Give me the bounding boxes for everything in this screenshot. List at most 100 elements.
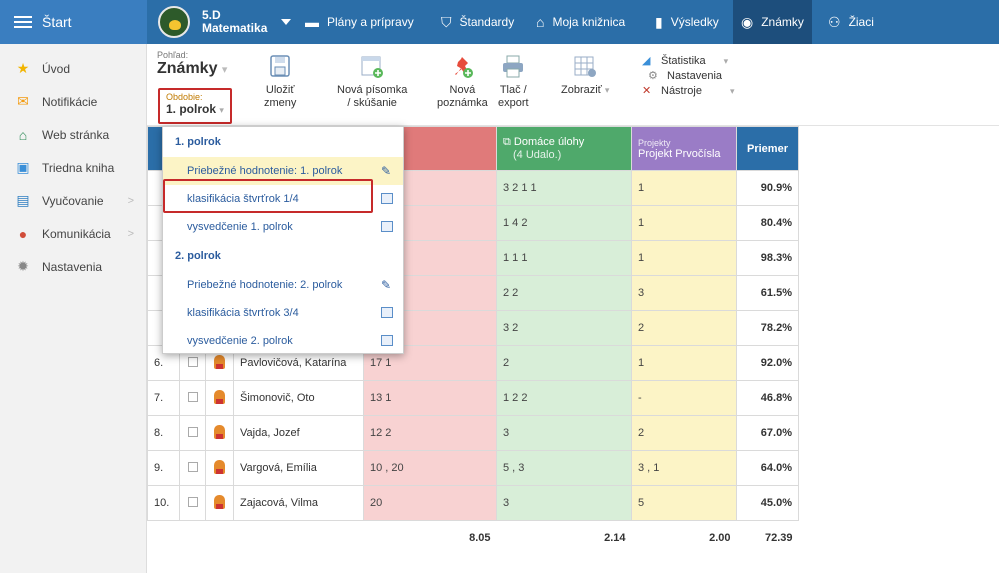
gear-icon: ✹	[17, 258, 29, 274]
class-selector[interactable]: 5.D Matematika	[158, 4, 292, 40]
nav-library[interactable]: ⌂ Moja knižnica	[536, 0, 625, 44]
tools-button[interactable]: ✕ Nástroje ▾	[642, 84, 735, 99]
dropdown-item-report-1[interactable]: vysvedčenie 1. polrok	[163, 213, 403, 241]
dropdown-item-label: Priebežné hodnotenie: 1. polrok	[187, 165, 343, 177]
average-cell: 78.2%	[736, 310, 799, 346]
grade-cell-b[interactable]: 3	[496, 415, 632, 451]
sidebar-item-notifikacie[interactable]: ✉ Notifikácie	[0, 85, 146, 118]
grade-cell-c[interactable]: 1	[631, 205, 737, 241]
sidebar-item-label: Triedna kniha	[42, 160, 115, 175]
settings-button[interactable]: ⚙ Nastavenia	[642, 69, 735, 84]
student-avatar-icon	[214, 459, 225, 474]
dropdown-item-quarter-3[interactable]: klasifikácia štvrťrok 3/4	[163, 299, 403, 327]
save-button[interactable]: Uložiť zmeny	[264, 54, 296, 110]
toolbar: Pohľad: Známky ▾ Obdobie: 1. polrok ▾ Ul…	[147, 44, 999, 126]
star-icon: ★	[16, 60, 30, 76]
student-name[interactable]: Zajacová, Vilma	[233, 485, 364, 521]
grade-cell-b[interactable]: 1 2 2	[496, 380, 632, 416]
row-avatar	[205, 450, 234, 486]
nav-standards[interactable]: ⛉ Štandardy	[441, 0, 514, 44]
grade-cell-b[interactable]: 2	[496, 345, 632, 381]
toolbar-right-group: ◢ Štatistika ▾ ⚙ Nastavenia ✕ Nástroje ▾	[642, 54, 735, 99]
nav-results[interactable]: ▮ Výsledky	[655, 0, 719, 44]
dropdown-item-running-2[interactable]: Priebežné hodnotenie: 2. polrok ✎	[163, 271, 403, 299]
period-small-label: Obdobie:	[166, 92, 203, 102]
row-checkbox[interactable]	[179, 380, 206, 416]
grade-cell-b[interactable]: 1 1 1	[496, 240, 632, 276]
checkbox-icon[interactable]	[187, 496, 198, 507]
sidebar-item-komunikacia[interactable]: ● Komunikácia >	[0, 217, 146, 250]
chat-icon: ●	[18, 225, 28, 242]
totals-row: 8.05 2.14 2.00 72.39	[147, 520, 799, 556]
average-cell: 67.0%	[736, 415, 799, 451]
grade-cell-b[interactable]: 3 2 1 1	[496, 170, 632, 206]
nav-students[interactable]: ⚇ Žiaci	[828, 0, 874, 44]
library-icon: ⌂	[536, 14, 545, 30]
save-icon	[266, 54, 294, 80]
nav-plans[interactable]: ▬ Plány a prípravy	[305, 0, 414, 44]
checkbox-icon[interactable]	[187, 426, 198, 437]
header-col-b[interactable]: ⧉ Domáce úlohy (4 Udalo.)	[496, 126, 632, 171]
grade-cell-c[interactable]: 2	[631, 310, 737, 346]
grade-cell-c[interactable]: 5	[631, 485, 737, 521]
grade-cell-a[interactable]: 10 , 20	[363, 450, 497, 486]
settings-label: Nastavenia	[667, 70, 723, 82]
grade-cell-a[interactable]: 12 2	[363, 415, 497, 451]
start-label: Štart	[42, 14, 72, 30]
print-label-2: export	[498, 97, 529, 109]
new-test-icon	[358, 54, 386, 80]
save-label-2: zmeny	[264, 97, 297, 109]
grade-cell-c[interactable]: 1	[631, 240, 737, 276]
student-name[interactable]: Vajda, Jozef	[233, 415, 364, 451]
grade-cell-b[interactable]: 1 4 2	[496, 205, 632, 241]
row-checkbox[interactable]	[179, 415, 206, 451]
checkbox-icon[interactable]	[187, 356, 198, 367]
sidebar-item-vyucovanie[interactable]: ▤ Vyučovanie >	[0, 184, 146, 217]
row-avatar	[205, 380, 234, 416]
period-selector[interactable]: Obdobie: 1. polrok ▾	[158, 88, 232, 124]
dropdown-selection-highlight	[163, 179, 373, 213]
dropdown-item-report-2[interactable]: vysvedčenie 2. polrok	[163, 327, 403, 355]
student-name[interactable]: Šimonovič, Oto	[233, 380, 364, 416]
stats-button[interactable]: ◢ Štatistika ▾	[642, 54, 735, 69]
sidebar-item-label: Úvod	[42, 61, 71, 76]
start-button[interactable]: Štart	[0, 0, 147, 44]
grade-cell-c[interactable]: 3 , 1	[631, 450, 737, 486]
grade-cell-a[interactable]: 13 1	[363, 380, 497, 416]
dropdown-item-label: vysvedčenie 1. polrok	[187, 221, 293, 233]
grade-cell-c[interactable]: 1	[631, 345, 737, 381]
sidebar-item-nastavenia[interactable]: ✹ Nastavenia	[0, 250, 146, 283]
grade-cell-c[interactable]: 3	[631, 275, 737, 311]
show-button[interactable]: Zobraziť ▾	[561, 54, 609, 97]
grade-cell-a[interactable]: 20	[363, 485, 497, 521]
nav-grades[interactable]: ◉ Známky	[733, 0, 812, 44]
row-checkbox[interactable]	[179, 485, 206, 521]
new-test-button[interactable]: Nová písomka / skúšanie	[337, 54, 407, 110]
new-note-button[interactable]: Nová poznámka	[437, 54, 488, 110]
grade-cell-c[interactable]: -	[631, 380, 737, 416]
grade-cell-b[interactable]: 3	[496, 485, 632, 521]
row-checkbox[interactable]	[179, 450, 206, 486]
student-name[interactable]: Vargová, Emília	[233, 450, 364, 486]
nav-library-label: Moja knižnica	[552, 15, 626, 29]
grade-cell-b[interactable]: 5 , 3	[496, 450, 632, 486]
home-icon: ⌂	[18, 126, 28, 143]
nav-grades-label: Známky	[761, 15, 804, 29]
top-bar: Štart 5.D Matematika ▬ Plány a prípravy ⛉…	[0, 0, 999, 44]
col-b-title: Domáce úlohy	[513, 136, 585, 148]
grade-cell-c[interactable]: 2	[631, 415, 737, 451]
average-cell: 61.5%	[736, 275, 799, 311]
chevron-right-icon: >	[127, 194, 134, 207]
sidebar-item-web[interactable]: ⌂ Web stránka	[0, 118, 146, 151]
grade-cell-b[interactable]: 2 2	[496, 275, 632, 311]
print-export-button[interactable]: Tlač / export	[498, 54, 529, 110]
header-col-c[interactable]: Projekty Projekt Prvočísla	[631, 126, 737, 171]
checkbox-icon[interactable]	[187, 391, 198, 402]
sidebar-item-triedna-kniha[interactable]: ▣ Triedna kniha	[0, 151, 146, 184]
sidebar-item-uvod[interactable]: ★ Úvod	[0, 52, 146, 85]
view-selector[interactable]: Pohľad: Známky ▾	[157, 50, 227, 78]
grade-cell-b[interactable]: 3 2	[496, 310, 632, 346]
grade-cell-c[interactable]: 1	[631, 170, 737, 206]
checkbox-icon[interactable]	[187, 461, 198, 472]
period-value: 1. polrok	[166, 102, 217, 116]
